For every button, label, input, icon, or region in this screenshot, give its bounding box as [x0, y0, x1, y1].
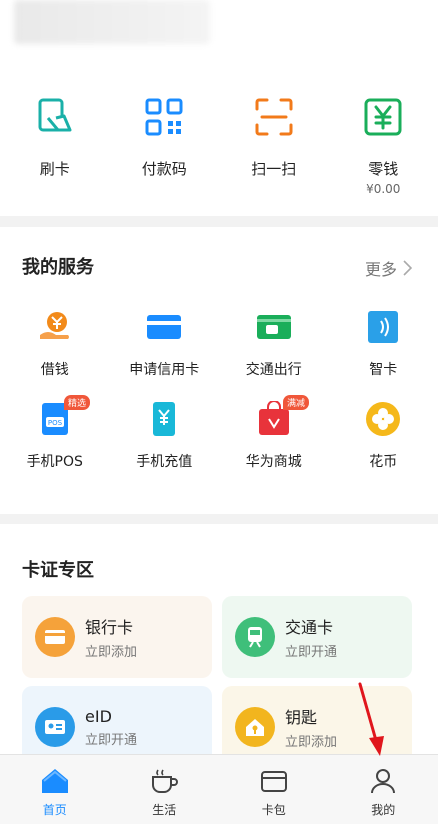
card-title: 交通卡	[285, 618, 334, 637]
service-label: 手机充值	[136, 454, 193, 470]
more-label: 更多	[364, 260, 397, 279]
wallet-icon	[260, 771, 287, 792]
service-mobile-pos[interactable]: 精选 POS 手机POS	[0, 395, 110, 471]
service-transport[interactable]: 交通出行	[219, 309, 329, 379]
tab-mine[interactable]: 我的	[329, 755, 438, 824]
card-title: 钥匙	[285, 708, 318, 727]
id-card-icon	[35, 707, 75, 747]
tab-label: 我的	[371, 803, 396, 817]
train-icon	[235, 617, 275, 657]
tab-label: 生活	[152, 803, 177, 817]
more-services-link[interactable]: 更多	[365, 256, 412, 280]
featured-tag: 精选	[64, 395, 91, 410]
quick-scan[interactable]: 扫一扫	[219, 96, 329, 196]
service-huawei-mall[interactable]: 满减 华为商城	[219, 395, 329, 471]
card-title: eID	[85, 706, 112, 726]
card-zone-section: 卡证专区 银行卡 立即添加 交通卡 立即开通 eID 立即开通 钥匙 立即添加	[0, 524, 438, 768]
section-title: 我的服务	[22, 257, 94, 278]
service-label: 华为商城	[245, 454, 302, 470]
scan-icon	[255, 98, 293, 136]
quick-card-swipe[interactable]: 刷卡	[0, 96, 110, 196]
coffee-cup-icon	[152, 769, 179, 793]
service-label: 借钱	[40, 362, 69, 378]
service-label: 交通出行	[245, 362, 302, 378]
qr-code-icon	[145, 98, 183, 136]
home-key-icon	[235, 707, 275, 747]
services-grid: 借钱 申请信用卡 交通出行 智卡 精选 POS 手机POS 手机充值 满减 华为…	[0, 309, 438, 471]
header-panel: 刷卡 付款码 扫一扫 零钱 ¥0.00	[0, 0, 438, 216]
section-title: 卡证专区	[22, 560, 94, 581]
tab-label: 首页	[42, 803, 67, 817]
quick-change[interactable]: 零钱 ¥0.00	[329, 96, 438, 196]
service-credit-card[interactable]: 申请信用卡	[110, 309, 220, 379]
chevron-right-icon	[403, 260, 412, 276]
bus-card-icon	[256, 315, 291, 339]
tab-life[interactable]: 生活	[110, 755, 220, 824]
quick-label: 扫一扫	[251, 160, 297, 178]
home-icon	[41, 769, 68, 793]
card-subtitle: 立即开通	[85, 732, 138, 748]
person-icon	[371, 769, 396, 794]
credit-card-icon	[147, 315, 182, 339]
nfc-card-icon	[368, 311, 399, 343]
service-smart-card[interactable]: 智卡	[329, 309, 438, 379]
clover-coin-icon	[366, 402, 401, 436]
bank-card-tile[interactable]: 银行卡 立即添加	[22, 596, 212, 678]
quick-label: 刷卡	[39, 160, 70, 178]
yuan-wallet-icon	[364, 98, 402, 136]
tab-card-wallet[interactable]: 卡包	[219, 755, 329, 824]
bank-card-icon	[35, 617, 75, 657]
card-swipe-icon	[38, 98, 72, 132]
card-subtitle: 立即添加	[285, 735, 338, 750]
blurred-account-area	[14, 0, 210, 44]
quick-pay-code[interactable]: 付款码	[110, 96, 220, 196]
card-subtitle: 立即开通	[285, 645, 338, 660]
service-phone-recharge[interactable]: 手机充值	[110, 401, 220, 471]
service-huabi[interactable]: 花币	[329, 401, 438, 471]
service-label: 花币	[369, 454, 398, 470]
phone-recharge-icon	[153, 402, 176, 436]
quick-label: 零钱	[368, 160, 399, 178]
transit-card-tile[interactable]: 交通卡 立即开通	[222, 596, 412, 678]
loan-icon	[39, 312, 69, 339]
quick-label: 付款码	[141, 160, 187, 178]
my-services-section: 我的服务 更多 借钱 申请信用卡 交通出行 智卡 精选 POS 手机POS 手机…	[0, 227, 438, 514]
service-label: 手机POS	[26, 454, 83, 470]
service-loan[interactable]: 借钱	[0, 309, 110, 379]
discount-tag: 满减	[283, 395, 310, 410]
svg-text:POS: POS	[48, 419, 63, 427]
tab-label: 卡包	[261, 803, 286, 817]
change-balance: ¥0.00	[366, 182, 401, 196]
card-title: 银行卡	[85, 618, 134, 637]
bottom-tab-bar: 首页 生活 卡包 我的	[0, 754, 438, 824]
tab-home[interactable]: 首页	[0, 755, 110, 824]
card-subtitle: 立即添加	[85, 645, 138, 660]
quick-actions: 刷卡 付款码 扫一扫 零钱 ¥0.00	[0, 96, 438, 196]
service-label: 智卡	[369, 362, 398, 378]
service-label: 申请信用卡	[129, 362, 200, 378]
